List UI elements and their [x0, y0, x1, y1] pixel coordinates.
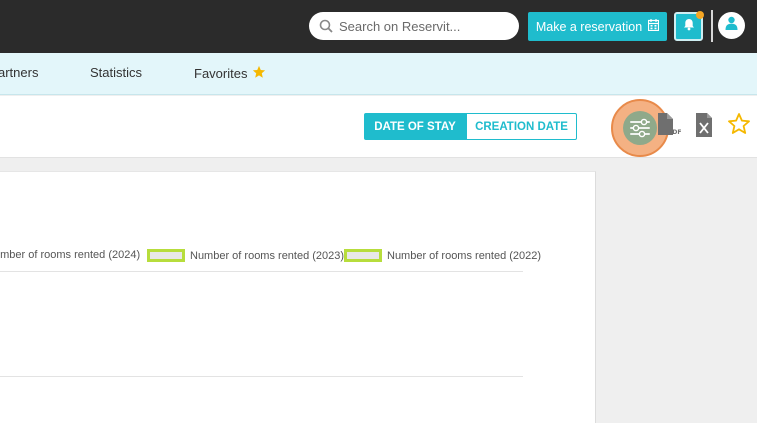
main-nav: artners Statistics Favorites	[0, 53, 757, 95]
nav-item-statistics[interactable]: Statistics	[90, 65, 142, 80]
excel-icon[interactable]	[695, 112, 713, 138]
legend-item-2023[interactable]: Number of rooms rented (2023)	[147, 249, 344, 262]
chart-card	[0, 171, 596, 423]
nav-item-favorites[interactable]: Favorites	[194, 65, 266, 82]
legend-label-2023: Number of rooms rented (2023)	[190, 249, 345, 262]
top-bar: Search on Reservit... Make a reservation	[0, 0, 757, 53]
nav-item-favorites-label: Favorites	[194, 66, 248, 81]
svg-text:PDF: PDF	[668, 129, 681, 136]
search-input[interactable]: Search on Reservit...	[309, 12, 519, 40]
nav-item-partners[interactable]: artners	[0, 65, 38, 80]
search-placeholder: Search on Reservit...	[339, 18, 461, 34]
filter-icon	[623, 111, 657, 145]
chart-gridline	[0, 271, 523, 272]
chart-gridline	[0, 376, 523, 377]
pdf-icon[interactable]: PDF	[657, 112, 681, 140]
legend-label-2022: Number of rooms rented (2022)	[387, 249, 542, 262]
star-icon	[252, 65, 266, 82]
legend-swatch-2023	[147, 249, 185, 262]
bell-icon	[683, 18, 695, 36]
legend-label-2024: umber of rooms rented (2024)	[0, 249, 141, 261]
legend-item-2022[interactable]: Number of rooms rented (2022)	[344, 249, 541, 262]
legend-item-2024[interactable]: umber of rooms rented (2024)	[0, 249, 140, 261]
star-outline-icon[interactable]	[727, 112, 751, 136]
tab-date-of-stay[interactable]: DATE OF STAY	[364, 113, 466, 140]
user-icon	[725, 16, 738, 35]
divider	[711, 10, 713, 42]
search-icon	[319, 19, 333, 33]
user-avatar[interactable]	[718, 12, 745, 39]
tab-creation-date[interactable]: CREATION DATE	[466, 113, 577, 140]
make-reservation-button[interactable]: Make a reservation	[528, 12, 667, 41]
calendar-icon	[648, 19, 660, 34]
notification-badge	[696, 11, 704, 19]
legend-swatch-2022	[344, 249, 382, 262]
make-reservation-label: Make a reservation	[535, 19, 643, 34]
